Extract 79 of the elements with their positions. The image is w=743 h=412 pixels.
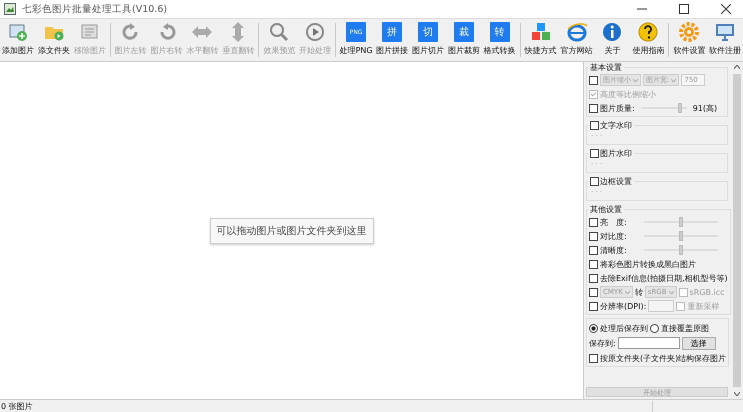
checkbox-label: 对比度:	[600, 230, 628, 242]
checkbox[interactable]	[589, 76, 598, 84]
checkbox[interactable]	[589, 260, 598, 268]
drop-hint: 可以拖动图片或图片文件夹到这里	[210, 218, 374, 244]
cubes-icon	[530, 21, 552, 43]
toolbar-button[interactable]: 软件设置	[671, 21, 708, 56]
checkbox[interactable]	[589, 218, 598, 226]
checkbox[interactable]	[589, 246, 598, 254]
checkbox[interactable]	[589, 90, 598, 98]
window-title: 七彩色图片批量处理工具(V10.6)	[22, 2, 168, 16]
caret-icon	[633, 78, 638, 82]
search-icon	[268, 21, 290, 43]
checkbox-label: 清晰度:	[600, 244, 628, 256]
checkbox-label: 去除Exif信息(拍摄日期,相机型号等)	[600, 272, 728, 284]
caret-icon	[668, 290, 674, 294]
checkbox[interactable]	[589, 302, 598, 310]
slider-thumb[interactable]	[679, 217, 683, 227]
save-path-label: 保存到:	[589, 338, 616, 348]
slider-thumb[interactable]	[679, 245, 683, 255]
toolbar-button[interactable]: 快捷方式	[522, 21, 559, 56]
scroll-up-icon[interactable]	[734, 65, 740, 69]
status-text: 0 张图片	[0, 400, 33, 412]
checkbox[interactable]	[590, 149, 599, 158]
scrollbar[interactable]	[731, 62, 743, 399]
monitor-icon	[714, 21, 736, 43]
radio-button[interactable]	[650, 324, 659, 332]
help-icon	[637, 21, 660, 43]
dpi-field[interactable]	[648, 300, 674, 312]
toolbar-button[interactable]: 添文件夹	[36, 21, 72, 56]
toolbar-button[interactable]: 转 格式转换	[482, 21, 518, 56]
toolbar-button[interactable]: 软件注册	[707, 21, 743, 56]
app-icon	[4, 3, 16, 15]
checkbox[interactable]	[589, 288, 598, 296]
save-path-field[interactable]	[618, 337, 680, 349]
toolbar-button[interactable]: 拼 图片拼接	[374, 21, 410, 56]
checkbox-label: 图片质量:	[600, 102, 635, 114]
toolbar-button[interactable]: 裁 图片裁剪	[446, 21, 482, 56]
checkbox-label: 高度等比例缩小	[600, 88, 656, 100]
checkbox[interactable]	[589, 354, 598, 362]
caret-icon	[671, 78, 676, 82]
quality-reading: 91(高)	[692, 102, 718, 114]
radio-label: 处理后保存到	[600, 322, 648, 334]
radio-label: 直接覆盖原图	[661, 322, 709, 334]
toolbar-button[interactable]: 添加图片	[0, 21, 36, 56]
toolbar-button[interactable]: 官方网站	[558, 21, 594, 56]
checkbox-label: 按原文件夹(子文件夹)结构保存图片	[600, 352, 726, 364]
globe-icon	[566, 21, 588, 43]
checkbox-label: 边框设置	[600, 176, 632, 187]
checkbox[interactable]	[590, 121, 599, 130]
checkbox-label: 亮 度:	[600, 216, 628, 228]
checkbox-label: sRGB.icc	[690, 288, 725, 296]
checkbox[interactable]	[590, 177, 599, 186]
checkbox-label: 重新采样	[687, 300, 720, 312]
slider-thumb[interactable]	[679, 231, 683, 241]
play-icon	[304, 21, 326, 43]
checkbox-label: 图片水印	[600, 148, 632, 159]
scroll-down-icon[interactable]	[734, 392, 740, 396]
toolbar-button[interactable]: 关于	[594, 21, 630, 56]
maximize-icon[interactable]	[679, 4, 689, 14]
checkbox[interactable]	[676, 302, 686, 310]
group-title: 基本设置	[589, 62, 623, 73]
group-title: 其他设置	[589, 204, 623, 215]
toolbar-button[interactable]: 切 图片切片	[410, 21, 446, 56]
checkbox[interactable]	[589, 274, 598, 282]
toolbar-button[interactable]: 使用指南	[630, 21, 666, 56]
checkbox[interactable]	[589, 232, 598, 240]
convert-label: 转	[634, 286, 643, 298]
gear-icon	[678, 21, 700, 43]
browse-button[interactable]: 选择	[682, 336, 716, 350]
checkbox-label: 将彩色图片转换成黑白图片	[600, 258, 696, 270]
radio-button[interactable]	[589, 324, 598, 332]
info-icon	[601, 21, 624, 43]
checkbox[interactable]	[678, 288, 688, 296]
checkbox-label: 文字水印	[600, 120, 632, 131]
caret-icon	[624, 290, 630, 294]
checkbox-label: 分辨率(DPI):	[600, 300, 646, 312]
close-icon[interactable]	[721, 4, 731, 14]
checkbox[interactable]	[589, 104, 598, 112]
slider-thumb[interactable]	[678, 103, 682, 113]
